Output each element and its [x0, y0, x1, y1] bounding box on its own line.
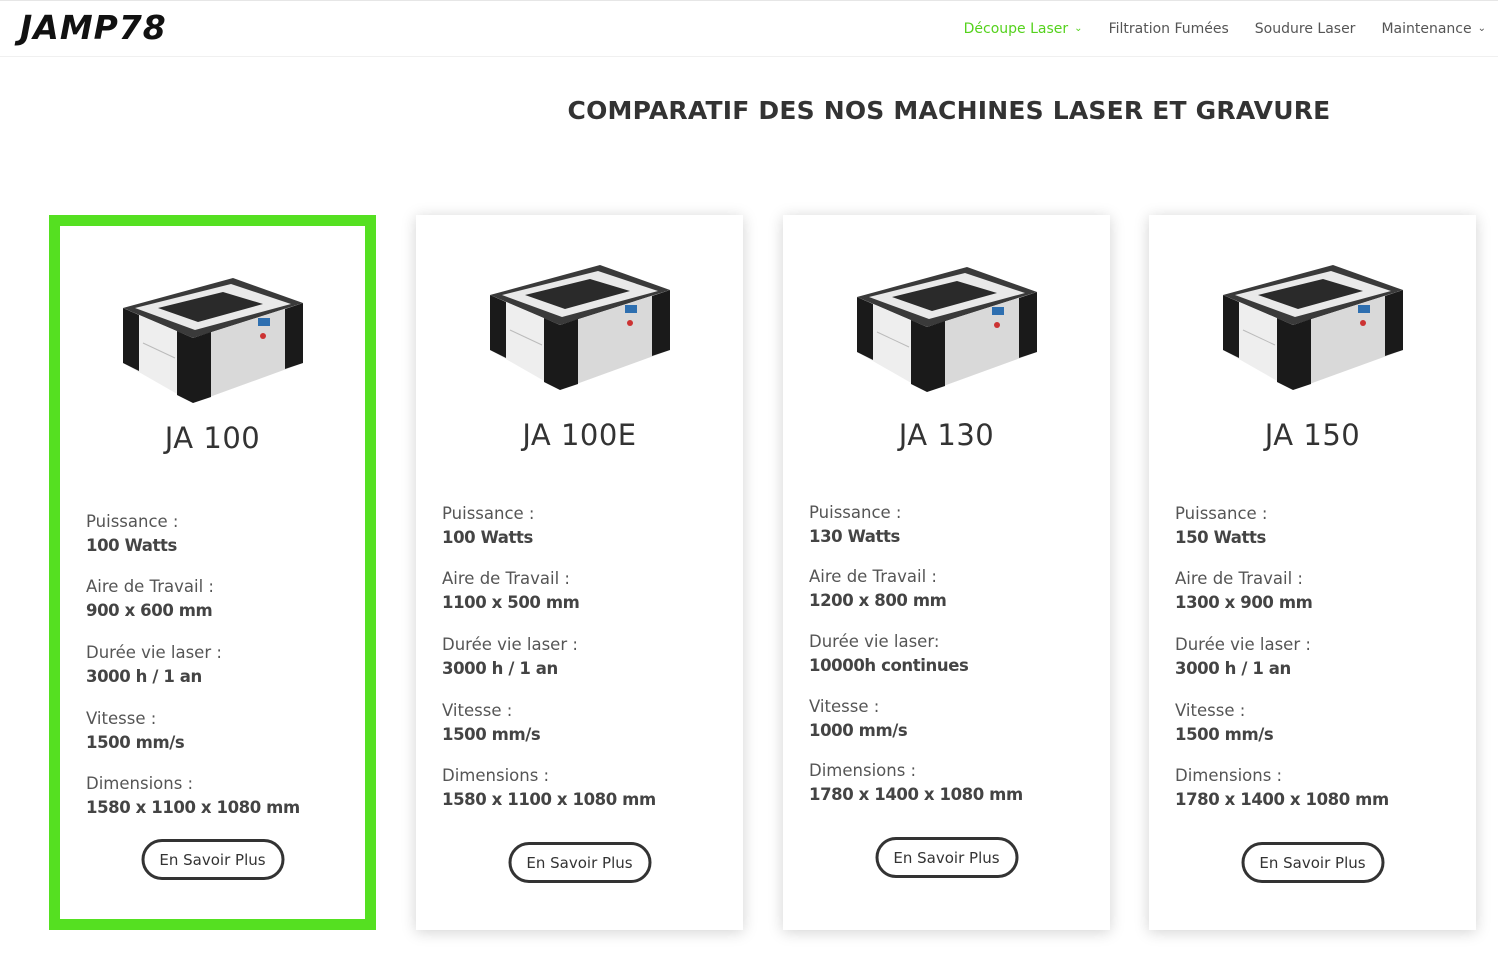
nav-item-label: Soudure Laser [1254, 21, 1356, 37]
nav-item-soudure-laser[interactable]: Soudure Laser [1255, 21, 1356, 37]
spec-value: 1500 mm/s [86, 733, 185, 752]
spec-value: 3000 h / 1 an [442, 659, 558, 678]
page-title: COMPARATIF DES NOS MACHINES LASER ET GRA… [567, 96, 1331, 125]
spec-vitesse: Vitesse : 1000 mm/s [809, 695, 908, 743]
spec-label: Durée vie laser : [442, 635, 578, 654]
spec-puissance: Puissance : 130 Watts [809, 501, 902, 549]
spec-label: Vitesse : [809, 697, 880, 716]
spec-vitesse: Vitesse : 1500 mm/s [1175, 699, 1274, 747]
spec-label: Vitesse : [86, 709, 157, 728]
en-savoir-plus-button[interactable]: En Savoir Plus [875, 837, 1018, 878]
spec-label: Aire de Travail : [1175, 569, 1303, 588]
spec-value: 3000 h / 1 an [86, 667, 202, 686]
nav-item-filtration-fumees[interactable]: Filtration Fumées [1109, 21, 1229, 37]
spec-label: Aire de Travail : [442, 569, 570, 588]
spec-vitesse: Vitesse : 1500 mm/s [86, 707, 185, 755]
spec-aire: Aire de Travail : 1100 x 500 mm [442, 567, 580, 615]
en-savoir-plus-button[interactable]: En Savoir Plus [508, 842, 651, 883]
spec-aire: Aire de Travail : 900 x 600 mm [86, 575, 214, 623]
spec-dimensions: Dimensions : 1780 x 1400 x 1080 mm [1175, 764, 1389, 812]
machine-image [856, 266, 1037, 393]
spec-label: Vitesse : [442, 701, 513, 720]
chevron-down-icon: ⌄ [1477, 22, 1486, 34]
spec-value: 1000 mm/s [809, 721, 908, 740]
spec-label: Puissance : [1175, 504, 1268, 523]
product-card-ja150: JA 150 Puissance : 150 Watts Aire de Tra… [1149, 215, 1476, 930]
nav-item-label: Découpe Laser [963, 21, 1069, 37]
product-name: JA 100E [522, 418, 637, 452]
main-nav: Découpe Laser ⌄ Filtration Fumées Soudur… [964, 1, 1486, 57]
spec-value: 1580 x 1100 x 1080 mm [442, 790, 656, 809]
spec-value: 100 Watts [86, 536, 177, 555]
spec-value: 1100 x 500 mm [442, 593, 580, 612]
spec-label: Dimensions : [809, 761, 917, 780]
spec-dimensions: Dimensions : 1580 x 1100 x 1080 mm [442, 764, 656, 812]
spec-value: 1780 x 1400 x 1080 mm [1175, 790, 1389, 809]
spec-duree: Durée vie laser: 10000h continues [809, 630, 969, 678]
machine-image [122, 277, 303, 404]
spec-value: 3000 h / 1 an [1175, 659, 1291, 678]
spec-duree: Durée vie laser : 3000 h / 1 an [442, 633, 578, 681]
spec-value: 1500 mm/s [442, 725, 541, 744]
spec-puissance: Puissance : 100 Watts [86, 510, 179, 558]
site-logo[interactable]: JAMP78 [20, 8, 167, 47]
product-card-ja100e: JA 100E Puissance : 100 Watts Aire de Tr… [416, 215, 743, 930]
spec-label: Durée vie laser : [1175, 635, 1311, 654]
spec-label: Dimensions : [442, 766, 550, 785]
spec-label: Puissance : [809, 503, 902, 522]
spec-label: Dimensions : [1175, 766, 1283, 785]
chevron-down-icon: ⌄ [1074, 22, 1083, 34]
nav-item-decoupe-laser[interactable]: Découpe Laser ⌄ [964, 21, 1083, 37]
spec-label: Vitesse : [1175, 701, 1246, 720]
spec-value: 130 Watts [809, 527, 900, 546]
spec-label: Durée vie laser: [809, 632, 940, 651]
spec-aire: Aire de Travail : 1300 x 900 mm [1175, 567, 1313, 615]
spec-puissance: Puissance : 150 Watts [1175, 502, 1268, 550]
nav-item-label: Maintenance [1381, 21, 1472, 37]
product-card-ja130: JA 130 Puissance : 130 Watts Aire de Tra… [783, 215, 1110, 930]
machine-image [489, 264, 670, 391]
spec-label: Aire de Travail : [809, 567, 937, 586]
en-savoir-plus-button[interactable]: En Savoir Plus [141, 839, 284, 880]
spec-aire: Aire de Travail : 1200 x 800 mm [809, 565, 947, 613]
spec-label: Aire de Travail : [86, 577, 214, 596]
product-name: JA 100 [164, 421, 261, 455]
spec-value: 10000h continues [809, 656, 969, 675]
product-name: JA 150 [1264, 418, 1361, 452]
spec-label: Puissance : [86, 512, 179, 531]
spec-value: 1300 x 900 mm [1175, 593, 1313, 612]
spec-label: Dimensions : [86, 774, 194, 793]
nav-item-label: Filtration Fumées [1108, 21, 1229, 37]
nav-item-maintenance[interactable]: Maintenance ⌄ [1381, 21, 1486, 37]
spec-label: Durée vie laser : [86, 643, 222, 662]
spec-value: 150 Watts [1175, 528, 1266, 547]
machine-image [1222, 264, 1403, 391]
spec-value: 1500 mm/s [1175, 725, 1274, 744]
site-header: JAMP78 Découpe Laser ⌄ Filtration Fumées… [0, 0, 1498, 56]
product-name: JA 130 [898, 418, 995, 452]
spec-dimensions: Dimensions : 1580 x 1100 x 1080 mm [86, 772, 300, 820]
spec-value: 1580 x 1100 x 1080 mm [86, 798, 300, 817]
spec-value: 100 Watts [442, 528, 533, 547]
spec-value: 1200 x 800 mm [809, 591, 947, 610]
product-card-ja100: JA 100 Puissance : 100 Watts Aire de Tra… [49, 215, 376, 930]
en-savoir-plus-button[interactable]: En Savoir Plus [1241, 842, 1384, 883]
spec-label: Puissance : [442, 504, 535, 523]
spec-duree: Durée vie laser : 3000 h / 1 an [86, 641, 222, 689]
spec-puissance: Puissance : 100 Watts [442, 502, 535, 550]
spec-value: 1780 x 1400 x 1080 mm [809, 785, 1023, 804]
spec-dimensions: Dimensions : 1780 x 1400 x 1080 mm [809, 759, 1023, 807]
spec-value: 900 x 600 mm [86, 601, 213, 620]
spec-vitesse: Vitesse : 1500 mm/s [442, 699, 541, 747]
spec-duree: Durée vie laser : 3000 h / 1 an [1175, 633, 1311, 681]
